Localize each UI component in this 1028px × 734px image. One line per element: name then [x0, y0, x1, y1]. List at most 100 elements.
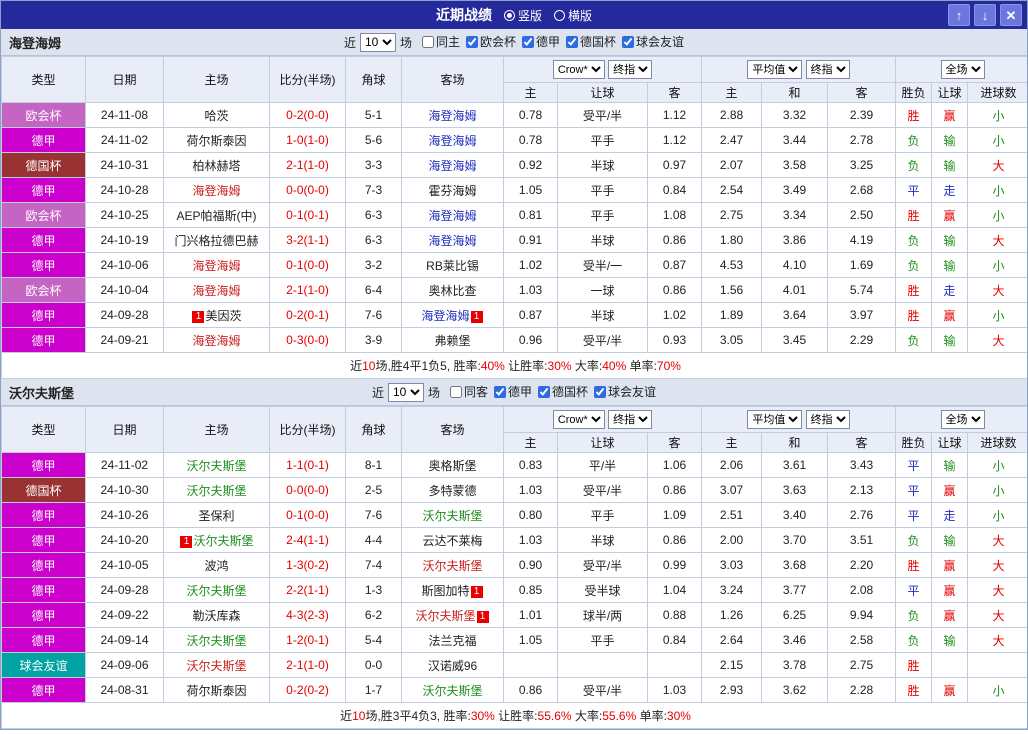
- away-team-cell-link[interactable]: 沃尔夫斯堡: [422, 509, 482, 523]
- score-cell[interactable]: 0-2(0-1): [269, 302, 346, 328]
- away-team-cell-link[interactable]: 弗赖堡: [434, 334, 470, 348]
- filter-checkbox-input[interactable]: [594, 385, 607, 398]
- away-team-cell-link[interactable]: 奥林比查: [428, 284, 476, 298]
- home-team-cell-link[interactable]: 柏林赫塔: [192, 159, 240, 173]
- move-up-button[interactable]: ↑: [948, 4, 970, 26]
- move-down-button[interactable]: ↓: [974, 4, 996, 26]
- team-name[interactable]: 海登海姆: [9, 33, 61, 52]
- home-team-cell-link[interactable]: 荷尔斯泰因: [186, 134, 246, 148]
- home-team-cell-link[interactable]: 沃尔夫斯堡: [186, 659, 246, 673]
- home-team-cell-link[interactable]: 荷尔斯泰因: [186, 684, 246, 698]
- scope-select[interactable]: 全场: [940, 410, 985, 429]
- filter-checkbox-input[interactable]: [421, 35, 434, 48]
- away-team-cell-link[interactable]: 奥格斯堡: [428, 459, 476, 473]
- away-team-cell-link[interactable]: 斯图加特: [421, 584, 469, 598]
- scope-select[interactable]: 全场: [940, 60, 985, 79]
- odds-time-select[interactable]: 终指: [608, 410, 653, 429]
- filter-checkbox-input[interactable]: [522, 35, 534, 48]
- away-team-cell-link[interactable]: 汉诺威96: [428, 659, 477, 673]
- away-team-cell-link[interactable]: 海登海姆: [428, 134, 476, 148]
- away-team-cell-link[interactable]: 多特蒙德: [428, 484, 476, 498]
- home-team-cell-link[interactable]: 沃尔夫斯堡: [186, 634, 246, 648]
- home-team-cell-link[interactable]: AEP帕福斯(中): [176, 209, 256, 223]
- away-team-cell-link[interactable]: 云达不莱梅: [422, 534, 482, 548]
- score-cell[interactable]: 4-3(2-3): [269, 602, 346, 628]
- filter-checkbox-input[interactable]: [494, 385, 506, 398]
- away-team-cell-link[interactable]: 霍芬海姆: [428, 184, 476, 198]
- score-cell[interactable]: 0-3(0-0): [269, 327, 346, 353]
- home-team-cell-link[interactable]: 海登海姆: [192, 259, 240, 273]
- score-cell[interactable]: 0-1(0-0): [269, 502, 346, 528]
- home-team-cell-link[interactable]: 波鸿: [204, 559, 228, 573]
- away-team-cell-link[interactable]: 海登海姆: [421, 309, 469, 323]
- home-team-cell-link[interactable]: 海登海姆: [192, 334, 240, 348]
- home-team-cell-link[interactable]: 海登海姆: [192, 284, 240, 298]
- odds-company-select[interactable]: Crow*: [552, 410, 605, 429]
- layout-radio-vertical[interactable]: 竖版: [503, 7, 542, 24]
- close-button[interactable]: ✕: [1000, 4, 1022, 26]
- filter-checkbox-input[interactable]: [622, 35, 635, 48]
- filter-checkbox[interactable]: 同客: [449, 383, 488, 400]
- home-team-cell-link[interactable]: 沃尔夫斯堡: [193, 534, 253, 548]
- home-team-cell-link[interactable]: 沃尔夫斯堡: [186, 484, 246, 498]
- score-cell[interactable]: 3-2(1-1): [269, 227, 346, 253]
- match-count-select[interactable]: 10: [359, 32, 396, 52]
- match-count-select[interactable]: 10: [387, 382, 424, 402]
- filter-checkbox-input[interactable]: [566, 35, 579, 48]
- team-name[interactable]: 沃尔夫斯堡: [9, 383, 74, 402]
- home-team-cell-link[interactable]: 沃尔夫斯堡: [186, 459, 246, 473]
- score-cell[interactable]: 0-2(0-0): [269, 102, 346, 128]
- filter-checkbox[interactable]: 德甲: [494, 383, 532, 400]
- away-team-cell-link[interactable]: 沃尔夫斯堡: [422, 684, 482, 698]
- score-cell[interactable]: 1-3(0-2): [269, 552, 346, 578]
- odds-company-select[interactable]: Crow*: [552, 60, 605, 79]
- score-cell[interactable]: 2-1(1-0): [269, 652, 346, 678]
- score-cell[interactable]: 0-0(0-0): [269, 177, 346, 203]
- home-team-cell-link[interactable]: 门兴格拉德巴赫: [174, 234, 258, 248]
- avg-time-select[interactable]: 终指: [805, 410, 850, 429]
- away-team-cell-link[interactable]: 沃尔夫斯堡: [415, 609, 475, 623]
- home-team-cell-link[interactable]: 美因茨: [205, 309, 241, 323]
- filter-checkbox[interactable]: 同主: [421, 33, 460, 50]
- score-cell[interactable]: 1-1(0-1): [269, 452, 346, 478]
- score-cell[interactable]: 2-1(1-0): [269, 152, 346, 178]
- home-team-cell-link[interactable]: 海登海姆: [192, 184, 240, 198]
- odds-time-select[interactable]: 终指: [608, 60, 653, 79]
- score-cell[interactable]: 0-0(0-0): [269, 477, 346, 503]
- home-team-cell-link[interactable]: 沃尔夫斯堡: [186, 584, 246, 598]
- filter-checkbox[interactable]: 德甲: [522, 33, 560, 50]
- score-cell[interactable]: 1-0(1-0): [269, 127, 346, 153]
- home-team-cell-link[interactable]: 圣保利: [198, 509, 234, 523]
- filter-checkbox[interactable]: 德国杯: [538, 383, 588, 400]
- filter-checkbox[interactable]: 球会友谊: [594, 383, 656, 400]
- filter-checkbox[interactable]: 欧会杯: [465, 33, 516, 50]
- away-team-cell-link[interactable]: 海登海姆: [428, 109, 476, 123]
- filter-checkbox-input[interactable]: [538, 385, 551, 398]
- score-cell[interactable]: 0-1(0-0): [269, 252, 346, 278]
- away-team-cell-link[interactable]: 海登海姆: [428, 209, 476, 223]
- radio-icon[interactable]: [503, 9, 515, 21]
- avg-odds-select[interactable]: 平均值: [747, 410, 803, 429]
- away-team-cell-link[interactable]: 海登海姆: [428, 159, 476, 173]
- away-team-cell-link[interactable]: 海登海姆: [428, 234, 476, 248]
- score-cell[interactable]: 0-1(0-1): [269, 202, 346, 228]
- away-team-cell-link[interactable]: RB莱比锡: [426, 259, 479, 273]
- near-label: 近: [371, 385, 384, 400]
- away-team-cell-link[interactable]: 法兰克福: [428, 634, 476, 648]
- avg-time-select[interactable]: 终指: [805, 60, 850, 79]
- away-team-cell-link[interactable]: 沃尔夫斯堡: [422, 559, 482, 573]
- filter-checkbox-input[interactable]: [449, 385, 462, 398]
- score-cell[interactable]: 1-2(0-1): [269, 627, 346, 653]
- home-team-cell-link[interactable]: 哈茨: [204, 109, 228, 123]
- home-team-cell-link[interactable]: 勒沃库森: [192, 609, 240, 623]
- radio-icon[interactable]: [554, 9, 565, 21]
- score-cell[interactable]: 2-4(1-1): [269, 527, 346, 553]
- layout-radio-horizontal[interactable]: 横版: [554, 7, 592, 24]
- score-cell[interactable]: 2-2(1-1): [269, 577, 346, 603]
- filter-checkbox-input[interactable]: [465, 35, 478, 48]
- avg-odds-select[interactable]: 平均值: [747, 60, 803, 79]
- score-cell[interactable]: 0-2(0-2): [269, 677, 346, 703]
- filter-checkbox[interactable]: 球会友谊: [622, 33, 684, 50]
- score-cell[interactable]: 2-1(1-0): [269, 277, 346, 303]
- filter-checkbox[interactable]: 德国杯: [566, 33, 616, 50]
